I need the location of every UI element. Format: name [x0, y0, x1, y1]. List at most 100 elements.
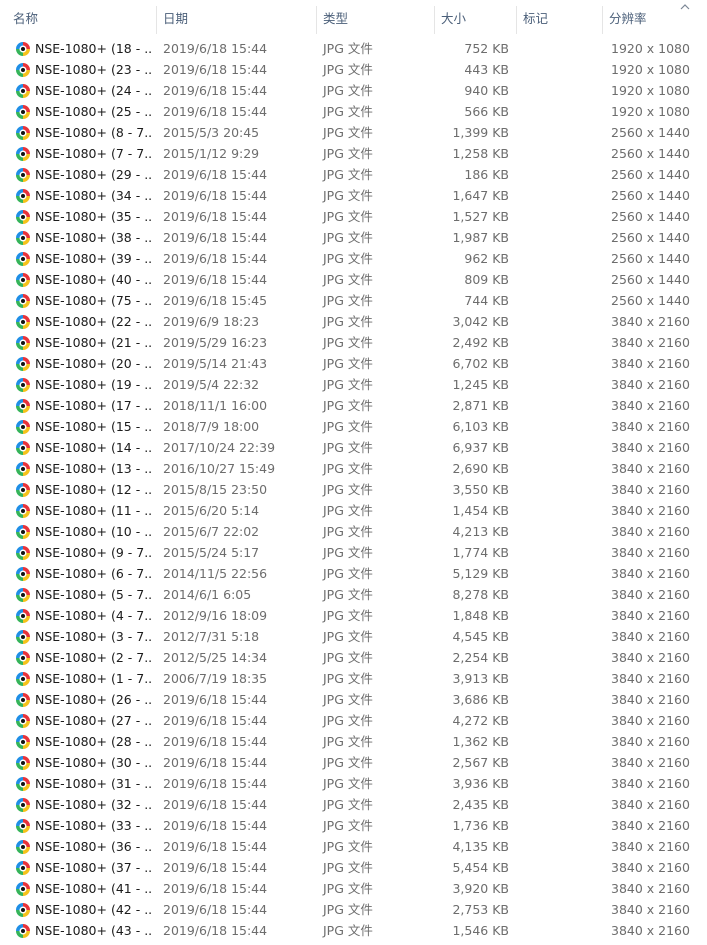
file-name: NSE-1080+ (17 - ... — [35, 398, 153, 413]
image-file-icon — [16, 798, 30, 812]
file-row[interactable]: NSE-1080+ (34 - ... 2019/6/18 15:44 JPG 文件… — [0, 185, 707, 206]
file-row[interactable]: NSE-1080+ (15 - ... 2018/7/9 18:00 JPG 文件 6… — [0, 416, 707, 437]
file-row[interactable]: NSE-1080+ (6 - 7... 2014/11/5 22:56 JPG 文件… — [0, 563, 707, 584]
file-type: JPG 文件 — [323, 461, 373, 476]
column-header-type[interactable]: 类型 — [317, 0, 433, 36]
file-row[interactable]: NSE-1080+ (26 - ... 2019/6/18 15:44 JPG 文件… — [0, 689, 707, 710]
file-row[interactable]: NSE-1080+ (40 - ... 2019/6/18 15:44 JPG 文件… — [0, 269, 707, 290]
file-name: NSE-1080+ (36 - ... — [35, 839, 153, 854]
image-file-icon — [16, 231, 30, 245]
file-row[interactable]: NSE-1080+ (24 - ... 2019/6/18 15:44 JPG 文件… — [0, 80, 707, 101]
file-row[interactable]: NSE-1080+ (37 - ... 2019/6/18 15:44 JPG 文件… — [0, 857, 707, 878]
file-size: 940 KB — [464, 83, 509, 98]
file-size: 1,647 KB — [452, 188, 509, 203]
file-size: 6,937 KB — [452, 440, 509, 455]
image-file-icon — [16, 168, 30, 182]
file-row[interactable]: NSE-1080+ (10 - ... 2015/6/7 22:02 JPG 文件 4… — [0, 521, 707, 542]
file-row[interactable]: NSE-1080+ (5 - 7... 2014/6/1 6:05 JPG 文件 8,… — [0, 584, 707, 605]
file-name: NSE-1080+ (21 - ... — [35, 335, 153, 350]
file-row[interactable]: NSE-1080+ (39 - ... 2019/6/18 15:44 JPG 文件… — [0, 248, 707, 269]
image-file-icon — [16, 294, 30, 308]
file-type: JPG 文件 — [323, 587, 373, 602]
file-type: JPG 文件 — [323, 671, 373, 686]
file-type: JPG 文件 — [323, 545, 373, 560]
column-header-date[interactable]: 日期 — [157, 0, 315, 36]
file-name: NSE-1080+ (15 - ... — [35, 419, 153, 434]
file-row[interactable]: NSE-1080+ (12 - ... 2015/8/15 23:50 JPG 文件… — [0, 479, 707, 500]
file-type: JPG 文件 — [323, 797, 373, 812]
file-date: 2019/6/18 15:44 — [163, 734, 268, 749]
file-date: 2019/6/18 15:44 — [163, 188, 268, 203]
file-name: NSE-1080+ (33 - ... — [35, 818, 153, 833]
file-name: NSE-1080+ (22 - ... — [35, 314, 153, 329]
file-row[interactable]: NSE-1080+ (33 - ... 2019/6/18 15:44 JPG 文件… — [0, 815, 707, 836]
image-file-icon — [16, 525, 30, 539]
file-row[interactable]: NSE-1080+ (18 - ... 2019/6/18 15:44 JPG 文件… — [0, 38, 707, 59]
file-type: JPG 文件 — [323, 167, 373, 182]
file-row[interactable]: NSE-1080+ (14 - ... 2017/10/24 22:39 JPG 文… — [0, 437, 707, 458]
file-row[interactable]: NSE-1080+ (8 - 7... 2015/5/3 20:45 JPG 文件 1… — [0, 122, 707, 143]
file-name: NSE-1080+ (28 - ... — [35, 734, 153, 749]
file-type: JPG 文件 — [323, 881, 373, 896]
file-row[interactable]: NSE-1080+ (35 - ... 2019/6/18 15:44 JPG 文件… — [0, 206, 707, 227]
file-row[interactable]: NSE-1080+ (38 - ... 2019/6/18 15:44 JPG 文件… — [0, 227, 707, 248]
column-header-name[interactable]: 名称 — [7, 0, 155, 36]
file-date: 2019/6/9 18:23 — [163, 314, 260, 329]
file-date: 2019/6/18 15:44 — [163, 902, 268, 917]
file-name: NSE-1080+ (1 - 7... — [35, 671, 153, 686]
image-file-icon — [16, 840, 30, 854]
file-row[interactable]: NSE-1080+ (21 - ... 2019/5/29 16:23 JPG 文件… — [0, 332, 707, 353]
file-type: JPG 文件 — [323, 41, 373, 56]
file-row[interactable]: NSE-1080+ (3 - 7... 2012/7/31 5:18 JPG 文件 4… — [0, 626, 707, 647]
file-row[interactable]: NSE-1080+ (20 - ... 2019/5/14 21:43 JPG 文件… — [0, 353, 707, 374]
file-date: 2019/5/4 22:32 — [163, 377, 260, 392]
column-header-tags[interactable]: 标记 — [517, 0, 601, 36]
column-header-size[interactable]: 大小 — [435, 0, 515, 36]
file-date: 2019/6/18 15:44 — [163, 860, 268, 875]
image-file-icon — [16, 924, 30, 938]
file-row[interactable]: NSE-1080+ (4 - 7... 2012/9/16 18:09 JPG 文件… — [0, 605, 707, 626]
sort-ascending-icon[interactable] — [679, 2, 691, 12]
file-size: 8,278 KB — [452, 587, 509, 602]
file-row[interactable]: NSE-1080+ (25 - ... 2019/6/18 15:44 JPG 文件… — [0, 101, 707, 122]
file-size: 4,135 KB — [452, 839, 509, 854]
file-row[interactable]: NSE-1080+ (28 - ... 2019/6/18 15:44 JPG 文件… — [0, 731, 707, 752]
file-row[interactable]: NSE-1080+ (29 - ... 2019/6/18 15:44 JPG 文件… — [0, 164, 707, 185]
file-row[interactable]: NSE-1080+ (13 - ... 2016/10/27 15:49 JPG 文… — [0, 458, 707, 479]
image-file-icon — [16, 483, 30, 497]
file-row[interactable]: NSE-1080+ (36 - ... 2019/6/18 15:44 JPG 文件… — [0, 836, 707, 857]
file-row[interactable]: NSE-1080+ (1 - 7... 2006/7/19 18:35 JPG 文件… — [0, 668, 707, 689]
file-size: 2,435 KB — [452, 797, 509, 812]
file-row[interactable]: NSE-1080+ (42 - ... 2019/6/18 15:44 JPG 文件… — [0, 899, 707, 920]
file-row[interactable]: NSE-1080+ (23 - ... 2019/6/18 15:44 JPG 文件… — [0, 59, 707, 80]
file-size: 809 KB — [464, 272, 509, 287]
file-size: 5,454 KB — [452, 860, 509, 875]
file-row[interactable]: NSE-1080+ (75 - ... 2019/6/18 15:45 JPG 文件… — [0, 290, 707, 311]
file-row[interactable]: NSE-1080+ (43 - ... 2019/6/18 15:44 JPG 文件… — [0, 920, 707, 941]
file-row[interactable]: NSE-1080+ (22 - ... 2019/6/9 18:23 JPG 文件 3… — [0, 311, 707, 332]
file-row[interactable]: NSE-1080+ (41 - ... 2019/6/18 15:44 JPG 文件… — [0, 878, 707, 899]
file-row[interactable]: NSE-1080+ (17 - ... 2018/11/1 16:00 JPG 文件… — [0, 395, 707, 416]
file-row[interactable]: NSE-1080+ (2 - 7... 2012/5/25 14:34 JPG 文件… — [0, 647, 707, 668]
file-row[interactable]: NSE-1080+ (27 - ... 2019/6/18 15:44 JPG 文件… — [0, 710, 707, 731]
file-row[interactable]: NSE-1080+ (19 - ... 2019/5/4 22:32 JPG 文件 1… — [0, 374, 707, 395]
file-size: 3,686 KB — [452, 692, 509, 707]
file-name: NSE-1080+ (6 - 7... — [35, 566, 153, 581]
file-row[interactable]: NSE-1080+ (32 - ... 2019/6/18 15:44 JPG 文件… — [0, 794, 707, 815]
file-row[interactable]: NSE-1080+ (11 - ... 2015/6/20 5:14 JPG 文件 1… — [0, 500, 707, 521]
image-file-icon — [16, 462, 30, 476]
file-size: 1,546 KB — [452, 923, 509, 938]
file-name: NSE-1080+ (30 - ... — [35, 755, 153, 770]
file-name: NSE-1080+ (13 - ... — [35, 461, 153, 476]
file-row[interactable]: NSE-1080+ (7 - 7... 2015/1/12 9:29 JPG 文件 1… — [0, 143, 707, 164]
file-size: 1,848 KB — [452, 608, 509, 623]
file-date: 2014/6/1 6:05 — [163, 587, 252, 602]
file-date: 2012/7/31 5:18 — [163, 629, 260, 644]
file-row[interactable]: NSE-1080+ (30 - ... 2019/6/18 15:44 JPG 文件… — [0, 752, 707, 773]
file-row[interactable]: NSE-1080+ (31 - ... 2019/6/18 15:44 JPG 文件… — [0, 773, 707, 794]
file-row[interactable]: NSE-1080+ (9 - 7... 2015/5/24 5:17 JPG 文件 1… — [0, 542, 707, 563]
file-type: JPG 文件 — [323, 650, 373, 665]
file-name: NSE-1080+ (41 - ... — [35, 881, 153, 896]
file-size: 4,213 KB — [452, 524, 509, 539]
file-name: NSE-1080+ (40 - ... — [35, 272, 153, 287]
